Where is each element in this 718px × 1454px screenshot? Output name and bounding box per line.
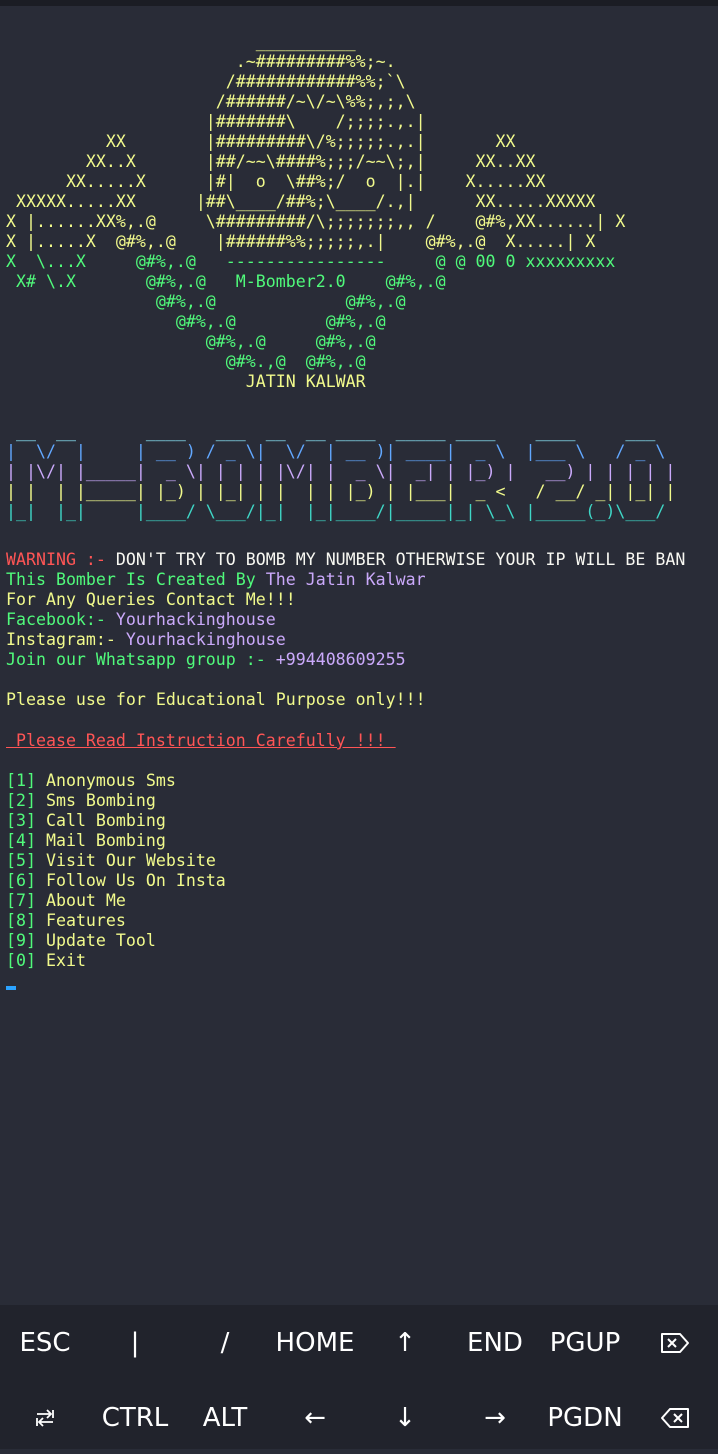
skull-author-line: JATIN KALWAR bbox=[6, 372, 366, 391]
menu-label: Exit bbox=[35, 951, 86, 970]
arrow-left-key[interactable]: ← bbox=[270, 1382, 360, 1454]
menu-number: [0] bbox=[6, 951, 36, 970]
skull-art-line: .~#########%%;~. bbox=[6, 52, 396, 71]
created-by-label: This Bomber Is Created By bbox=[6, 570, 256, 589]
menu-number: [4] bbox=[6, 831, 36, 850]
skull-art-line: |#######\ /;;;;.,.| bbox=[6, 112, 426, 131]
skull-art-line: /######/~\/~\%%;,;,\ bbox=[6, 92, 416, 111]
educational-line: Please use for Educational Purpose only!… bbox=[6, 690, 426, 709]
terminal-cursor bbox=[6, 986, 16, 990]
instagram-label: Instagram:- bbox=[6, 630, 116, 649]
menu-label: Mail Bombing bbox=[35, 831, 166, 850]
alt-key[interactable]: ALT bbox=[180, 1382, 270, 1454]
menu-label: Call Bombing bbox=[35, 811, 166, 830]
menu-item: [0] Exit bbox=[6, 951, 86, 971]
whatsapp-label: Join our Whatsapp group :- bbox=[6, 650, 266, 669]
instagram-line: Instagram:- Yourhackinghouse bbox=[6, 630, 286, 650]
menu-item: [9] Update Tool bbox=[6, 931, 156, 951]
menu-item: [2] Sms Bombing bbox=[6, 791, 156, 811]
backspace-icon bbox=[660, 1407, 690, 1429]
tab-key[interactable] bbox=[0, 1382, 90, 1454]
skull-art-line: /############%%;`\ bbox=[6, 72, 406, 91]
skull-art-line: @#%.,@ @#%,.@ bbox=[6, 352, 366, 371]
menu-item: [4] Mail Bombing bbox=[6, 831, 166, 851]
skull-art-line: X |.....X @#%,.@ |######%%;;;;;,.| @#%,.… bbox=[6, 232, 596, 251]
menu-item: [1] Anonymous Sms bbox=[6, 771, 176, 791]
status-bar bbox=[0, 0, 718, 6]
menu-number: [9] bbox=[6, 931, 36, 950]
menu-item: [7] About Me bbox=[6, 891, 126, 911]
queries-line: For Any Queries Contact Me!!! bbox=[6, 590, 296, 609]
skull-art-line: __________ bbox=[6, 32, 356, 51]
creator-name: The Jatin Kalwar bbox=[255, 570, 426, 589]
facebook-line: Facebook:- Yourhackinghouse bbox=[6, 610, 276, 630]
facebook-label: Facebook:- bbox=[6, 610, 106, 629]
skull-art-line: X \...X @#%,.@ ---------------- @ @ 00 0… bbox=[6, 252, 616, 271]
end-key[interactable]: END bbox=[450, 1307, 540, 1379]
skull-art-line: @#%,.@ @#%,.@ bbox=[6, 332, 376, 351]
banner-art-line: __ __ ____ ___ __ __ ____ _____ ____ ___… bbox=[6, 422, 656, 441]
terminal-output[interactable]: __________ .~#########%%;~. /###########… bbox=[0, 10, 718, 1304]
backspace-key[interactable] bbox=[630, 1382, 718, 1454]
skull-art-line: X |......XX%,.@ \#########/\;;;;;;;,, / … bbox=[6, 212, 626, 231]
menu-item: [6] Follow Us On Insta bbox=[6, 871, 226, 891]
menu-label: Anonymous Sms bbox=[35, 771, 176, 790]
menu-number: [2] bbox=[6, 791, 36, 810]
menu-number: [8] bbox=[6, 911, 36, 930]
menu-label: Sms Bombing bbox=[35, 791, 156, 810]
delete-key[interactable] bbox=[630, 1307, 718, 1379]
skull-art-line: X# \.X @#%,.@ M-Bomber2.0 @#%,.@ bbox=[6, 272, 446, 291]
skull-art-line: @#%,.@ @#%,.@ bbox=[6, 292, 406, 311]
warning-text: DON'T TRY TO BOMB MY NUMBER OTHERWISE YO… bbox=[105, 550, 686, 569]
instagram-value: Yourhackinghouse bbox=[115, 630, 286, 649]
instruction-line: Please Read Instruction Carefully !!! bbox=[6, 731, 396, 750]
menu-label: Follow Us On Insta bbox=[35, 871, 226, 890]
menu-number: [3] bbox=[6, 811, 36, 830]
pgup-key[interactable]: PGUP bbox=[540, 1307, 630, 1379]
tab-icon bbox=[34, 1409, 56, 1427]
esc-key[interactable]: ESC bbox=[0, 1307, 90, 1379]
banner-art-line: |_| |_| |____/ \___/|_| |_|____/|_____|_… bbox=[6, 502, 666, 521]
menu-label: Update Tool bbox=[35, 931, 156, 950]
menu-number: [1] bbox=[6, 771, 36, 790]
arrow-up-key[interactable]: ↑ bbox=[360, 1307, 450, 1379]
arrow-down-key[interactable]: ↓ bbox=[360, 1382, 450, 1454]
skull-art-line: XX.....X |#| o \##%;/ o |.| X.....XX bbox=[6, 172, 546, 191]
menu-number: [6] bbox=[6, 871, 36, 890]
created-by-line: This Bomber Is Created By The Jatin Kalw… bbox=[6, 570, 426, 590]
skull-art-line: XXXXX.....XX |##\____/##%;\____/.,| XX..… bbox=[6, 192, 596, 211]
menu-item: [5] Visit Our Website bbox=[6, 851, 216, 871]
arrow-right-key[interactable]: → bbox=[450, 1382, 540, 1454]
pgdn-key[interactable]: PGDN bbox=[540, 1382, 630, 1454]
warning-line: WARNING :- DON'T TRY TO BOMB MY NUMBER O… bbox=[6, 550, 685, 570]
banner-art-line: | | | |_____| |_) | |_| | | | | |_) | |_… bbox=[6, 482, 676, 501]
warning-label: WARNING :- bbox=[6, 550, 106, 569]
whatsapp-line: Join our Whatsapp group :- +994408609255 bbox=[6, 650, 406, 670]
home-key[interactable]: HOME bbox=[270, 1307, 360, 1379]
menu-label: Features bbox=[35, 911, 126, 930]
menu-item: [8] Features bbox=[6, 911, 126, 931]
skull-art-line: XX..X |##/~~\####%;;;/~~\;,| XX..XX bbox=[6, 152, 536, 171]
banner-art-line: | |\/| |_____| _ \| | | | |\/| | _ \| _|… bbox=[6, 462, 676, 481]
facebook-value: Yourhackinghouse bbox=[105, 610, 276, 629]
extra-keys-bar: ESC | / HOME ↑ END PGUP CTRL ALT ← ↓ → P… bbox=[0, 1305, 718, 1449]
skull-art-line: @#%,.@ @#%,.@ bbox=[6, 312, 386, 331]
pipe-key[interactable]: | bbox=[90, 1307, 180, 1379]
menu-label: About Me bbox=[35, 891, 126, 910]
menu-label: Visit Our Website bbox=[35, 851, 216, 870]
skull-art-line: XX |#########\/%;;;;;.,.| XX bbox=[6, 132, 516, 151]
slash-key[interactable]: / bbox=[180, 1307, 270, 1379]
menu-number: [5] bbox=[6, 851, 36, 870]
delete-forward-icon bbox=[660, 1332, 690, 1354]
whatsapp-value: +994408609255 bbox=[265, 650, 406, 669]
menu-item: [3] Call Bombing bbox=[6, 811, 166, 831]
menu-number: [7] bbox=[6, 891, 36, 910]
banner-art-line: | \/ | | __ ) / _ \| \/ | __ )| ____| _ … bbox=[6, 442, 666, 461]
ctrl-key[interactable]: CTRL bbox=[90, 1382, 180, 1454]
